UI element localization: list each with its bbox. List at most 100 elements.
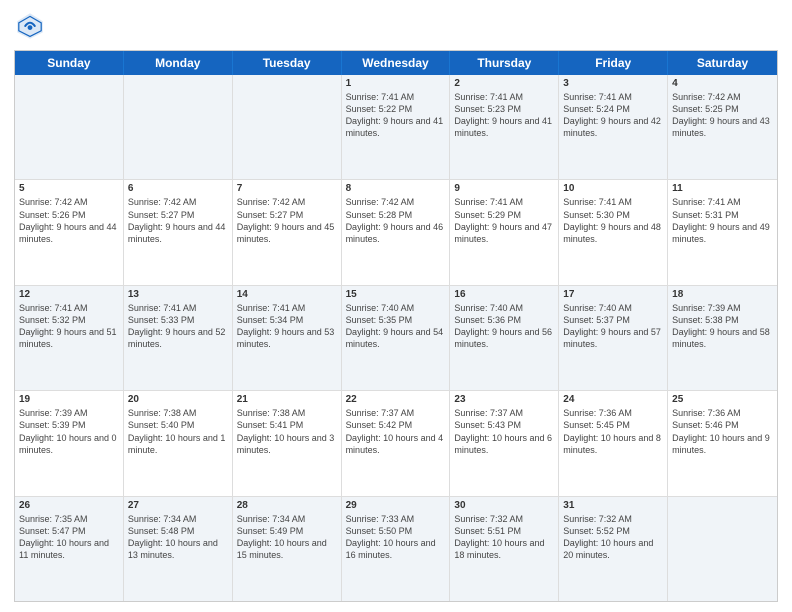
calendar-row-3: 19 Sunrise: 7:39 AM Sunset: 5:39 PM Dayli… — [15, 391, 777, 496]
cal-cell-r0-c0 — [15, 75, 124, 179]
logo-icon — [14, 10, 46, 42]
cell-info: Sunrise: 7:42 AM Sunset: 5:26 PM Dayligh… — [19, 196, 119, 245]
cell-date: 17 — [563, 289, 663, 300]
day-header-sunday: Sunday — [15, 51, 124, 75]
cell-date: 31 — [563, 500, 663, 511]
cal-cell-r0-c2 — [233, 75, 342, 179]
cell-info: Sunrise: 7:37 AM Sunset: 5:43 PM Dayligh… — [454, 407, 554, 456]
calendar-row-0: 1 Sunrise: 7:41 AM Sunset: 5:22 PM Daylig… — [15, 75, 777, 180]
cell-date: 1 — [346, 78, 446, 89]
cal-cell-r2-c4: 16 Sunrise: 7:40 AM Sunset: 5:36 PM Dayli… — [450, 286, 559, 390]
cell-date: 23 — [454, 394, 554, 405]
cell-info: Sunrise: 7:40 AM Sunset: 5:35 PM Dayligh… — [346, 302, 446, 351]
cell-date: 4 — [672, 78, 773, 89]
cal-cell-r3-c0: 19 Sunrise: 7:39 AM Sunset: 5:39 PM Dayli… — [15, 391, 124, 495]
cell-info: Sunrise: 7:40 AM Sunset: 5:37 PM Dayligh… — [563, 302, 663, 351]
cell-info: Sunrise: 7:39 AM Sunset: 5:38 PM Dayligh… — [672, 302, 773, 351]
cell-info: Sunrise: 7:36 AM Sunset: 5:45 PM Dayligh… — [563, 407, 663, 456]
cell-date: 21 — [237, 394, 337, 405]
cal-cell-r0-c3: 1 Sunrise: 7:41 AM Sunset: 5:22 PM Daylig… — [342, 75, 451, 179]
cell-info: Sunrise: 7:40 AM Sunset: 5:36 PM Dayligh… — [454, 302, 554, 351]
cal-cell-r1-c3: 8 Sunrise: 7:42 AM Sunset: 5:28 PM Daylig… — [342, 180, 451, 284]
cal-cell-r0-c1 — [124, 75, 233, 179]
page: SundayMondayTuesdayWednesdayThursdayFrid… — [0, 0, 792, 612]
cal-cell-r0-c5: 3Sunrise: 7:41 AM Sunset: 5:24 PM Daylig… — [559, 75, 668, 179]
cell-date: 10 — [563, 183, 663, 194]
cell-info: Sunrise: 7:38 AM Sunset: 5:40 PM Dayligh… — [128, 407, 228, 456]
cell-info: Sunrise: 7:42 AM Sunset: 5:28 PM Dayligh… — [346, 196, 446, 245]
cell-date: 9 — [454, 183, 554, 194]
cal-cell-r2-c0: 12 Sunrise: 7:41 AM Sunset: 5:32 PM Dayli… — [15, 286, 124, 390]
cal-cell-r1-c2: 7 Sunrise: 7:42 AM Sunset: 5:27 PM Daylig… — [233, 180, 342, 284]
cal-cell-r4-c0: 26 Sunrise: 7:35 AM Sunset: 5:47 PM Dayli… — [15, 497, 124, 601]
cell-info: Sunrise: 7:33 AM Sunset: 5:50 PM Dayligh… — [346, 513, 446, 562]
cell-date: 7 — [237, 183, 337, 194]
cal-cell-r4-c6 — [668, 497, 777, 601]
cal-cell-r1-c4: 9 Sunrise: 7:41 AM Sunset: 5:29 PM Daylig… — [450, 180, 559, 284]
cell-date: 30 — [454, 500, 554, 511]
cell-info: Sunrise: 7:41 AM Sunset: 5:24 PM Dayligh… — [563, 91, 663, 140]
cell-date: 18 — [672, 289, 773, 300]
cal-cell-r3-c4: 23 Sunrise: 7:37 AM Sunset: 5:43 PM Dayli… — [450, 391, 559, 495]
cell-info: Sunrise: 7:32 AM Sunset: 5:51 PM Dayligh… — [454, 513, 554, 562]
cell-date: 16 — [454, 289, 554, 300]
calendar-row-1: 5 Sunrise: 7:42 AM Sunset: 5:26 PM Daylig… — [15, 180, 777, 285]
cell-date: 29 — [346, 500, 446, 511]
cell-date: 28 — [237, 500, 337, 511]
cell-info: Sunrise: 7:37 AM Sunset: 5:42 PM Dayligh… — [346, 407, 446, 456]
calendar-header-row: SundayMondayTuesdayWednesdayThursdayFrid… — [15, 51, 777, 75]
cal-cell-r1-c6: 11Sunrise: 7:41 AM Sunset: 5:31 PM Dayli… — [668, 180, 777, 284]
cal-cell-r2-c6: 18 Sunrise: 7:39 AM Sunset: 5:38 PM Dayli… — [668, 286, 777, 390]
calendar-body: 1 Sunrise: 7:41 AM Sunset: 5:22 PM Daylig… — [15, 75, 777, 601]
cell-info: Sunrise: 7:41 AM Sunset: 5:33 PM Dayligh… — [128, 302, 228, 351]
cell-info: Sunrise: 7:41 AM Sunset: 5:30 PM Dayligh… — [563, 196, 663, 245]
cell-date: 13 — [128, 289, 228, 300]
cal-cell-r3-c3: 22 Sunrise: 7:37 AM Sunset: 5:42 PM Dayli… — [342, 391, 451, 495]
day-header-saturday: Saturday — [668, 51, 777, 75]
cell-date: 8 — [346, 183, 446, 194]
cell-info: Sunrise: 7:42 AM Sunset: 5:27 PM Dayligh… — [237, 196, 337, 245]
cal-cell-r3-c1: 20Sunrise: 7:38 AM Sunset: 5:40 PM Dayli… — [124, 391, 233, 495]
cell-date: 6 — [128, 183, 228, 194]
calendar: SundayMondayTuesdayWednesdayThursdayFrid… — [14, 50, 778, 602]
cell-info: Sunrise: 7:41 AM Sunset: 5:31 PM Dayligh… — [672, 196, 773, 245]
cell-info: Sunrise: 7:32 AM Sunset: 5:52 PM Dayligh… — [563, 513, 663, 562]
cell-date: 26 — [19, 500, 119, 511]
cell-info: Sunrise: 7:42 AM Sunset: 5:25 PM Dayligh… — [672, 91, 773, 140]
cal-cell-r4-c5: 31 Sunrise: 7:32 AM Sunset: 5:52 PM Dayli… — [559, 497, 668, 601]
cal-cell-r1-c1: 6 Sunrise: 7:42 AM Sunset: 5:27 PM Daylig… — [124, 180, 233, 284]
header — [14, 10, 778, 42]
logo — [14, 10, 50, 42]
cal-cell-r4-c3: 29 Sunrise: 7:33 AM Sunset: 5:50 PM Dayli… — [342, 497, 451, 601]
cal-cell-r4-c4: 30 Sunrise: 7:32 AM Sunset: 5:51 PM Dayli… — [450, 497, 559, 601]
day-header-friday: Friday — [559, 51, 668, 75]
cell-info: Sunrise: 7:42 AM Sunset: 5:27 PM Dayligh… — [128, 196, 228, 245]
cell-info: Sunrise: 7:35 AM Sunset: 5:47 PM Dayligh… — [19, 513, 119, 562]
cal-cell-r0-c6: 4 Sunrise: 7:42 AM Sunset: 5:25 PM Daylig… — [668, 75, 777, 179]
cell-date: 15 — [346, 289, 446, 300]
cal-cell-r1-c5: 10 Sunrise: 7:41 AM Sunset: 5:30 PM Dayli… — [559, 180, 668, 284]
cell-date: 27 — [128, 500, 228, 511]
cell-info: Sunrise: 7:41 AM Sunset: 5:32 PM Dayligh… — [19, 302, 119, 351]
cal-cell-r0-c4: 2Sunrise: 7:41 AM Sunset: 5:23 PM Daylig… — [450, 75, 559, 179]
cal-cell-r3-c6: 25Sunrise: 7:36 AM Sunset: 5:46 PM Dayli… — [668, 391, 777, 495]
day-header-wednesday: Wednesday — [342, 51, 451, 75]
cell-info: Sunrise: 7:41 AM Sunset: 5:34 PM Dayligh… — [237, 302, 337, 351]
cell-info: Sunrise: 7:41 AM Sunset: 5:23 PM Dayligh… — [454, 91, 554, 140]
cell-date: 12 — [19, 289, 119, 300]
cal-cell-r2-c1: 13 Sunrise: 7:41 AM Sunset: 5:33 PM Dayli… — [124, 286, 233, 390]
cell-date: 5 — [19, 183, 119, 194]
cell-info: Sunrise: 7:38 AM Sunset: 5:41 PM Dayligh… — [237, 407, 337, 456]
cell-info: Sunrise: 7:34 AM Sunset: 5:49 PM Dayligh… — [237, 513, 337, 562]
cell-date: 19 — [19, 394, 119, 405]
cell-date: 22 — [346, 394, 446, 405]
cell-info: Sunrise: 7:39 AM Sunset: 5:39 PM Dayligh… — [19, 407, 119, 456]
cell-info: Sunrise: 7:41 AM Sunset: 5:22 PM Dayligh… — [346, 91, 446, 140]
cal-cell-r2-c2: 14Sunrise: 7:41 AM Sunset: 5:34 PM Dayli… — [233, 286, 342, 390]
day-header-thursday: Thursday — [450, 51, 559, 75]
cell-info: Sunrise: 7:41 AM Sunset: 5:29 PM Dayligh… — [454, 196, 554, 245]
cal-cell-r3-c5: 24Sunrise: 7:36 AM Sunset: 5:45 PM Dayli… — [559, 391, 668, 495]
cal-cell-r3-c2: 21 Sunrise: 7:38 AM Sunset: 5:41 PM Dayli… — [233, 391, 342, 495]
calendar-row-4: 26 Sunrise: 7:35 AM Sunset: 5:47 PM Dayli… — [15, 497, 777, 601]
day-header-tuesday: Tuesday — [233, 51, 342, 75]
